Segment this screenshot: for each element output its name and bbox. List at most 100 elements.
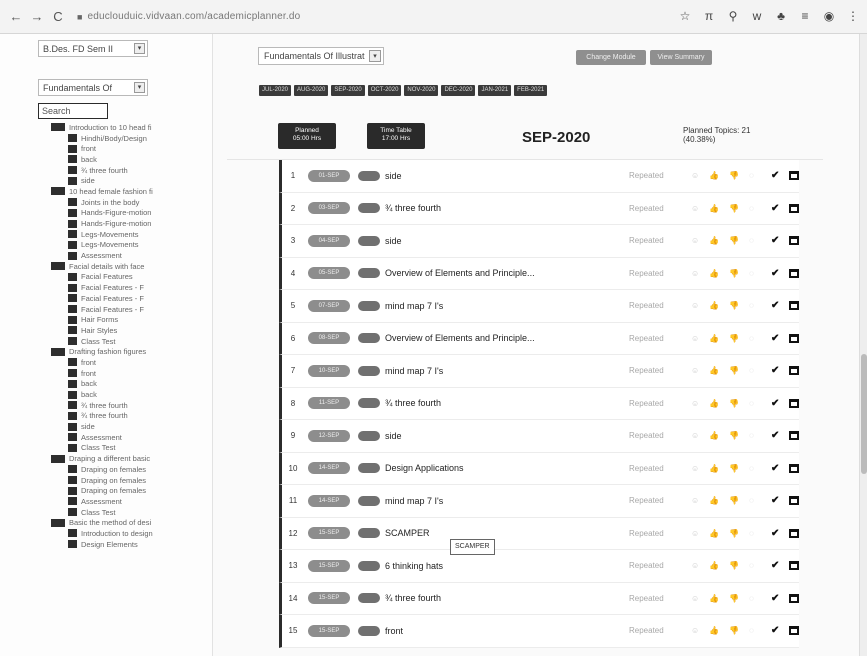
circle-icon[interactable]: ◌ bbox=[749, 594, 754, 603]
tree-topic[interactable]: Class Test bbox=[51, 336, 212, 347]
thumbs-down-icon[interactable]: 👎 bbox=[729, 301, 739, 310]
back-icon[interactable]: ← bbox=[8, 9, 24, 24]
trash-icon[interactable] bbox=[789, 561, 799, 571]
subject-select[interactable]: Fundamentals Of Illustrat ▾ bbox=[258, 47, 384, 65]
change-module-button[interactable]: Change Module bbox=[576, 50, 646, 65]
topic-label[interactable]: mind map 7 I's bbox=[385, 366, 629, 376]
thumbs-up-icon[interactable]: 👍 bbox=[709, 464, 719, 473]
tab-month[interactable]: AUG-2020 bbox=[294, 85, 329, 96]
circle-icon[interactable]: ◌ bbox=[749, 204, 754, 213]
check-icon[interactable]: ✔ bbox=[771, 528, 783, 539]
tree-topic[interactable]: Facial Features - F bbox=[51, 304, 212, 315]
tree-unit[interactable]: Draping a different basic bbox=[51, 453, 212, 464]
tree-topic[interactable]: Class Test bbox=[51, 507, 212, 518]
check-icon[interactable]: ✔ bbox=[771, 560, 783, 571]
trash-icon[interactable] bbox=[789, 236, 799, 246]
smiley-icon[interactable]: ☺ bbox=[691, 561, 699, 570]
smiley-icon[interactable]: ☺ bbox=[691, 171, 699, 180]
topic-label[interactable]: side bbox=[385, 431, 629, 441]
topic-label[interactable]: side bbox=[385, 236, 629, 246]
browser-action-icon[interactable]: ⋮ bbox=[847, 9, 859, 23]
trash-icon[interactable] bbox=[789, 366, 799, 376]
thumbs-down-icon[interactable]: 👎 bbox=[729, 366, 739, 375]
tab-month[interactable]: DEC-2020 bbox=[441, 85, 476, 96]
smiley-icon[interactable]: ☺ bbox=[691, 204, 699, 213]
thumbs-down-icon[interactable]: 👎 bbox=[729, 334, 739, 343]
tree-topic[interactable]: ¾ three fourth bbox=[51, 165, 212, 176]
browser-action-icon[interactable]: ◉ bbox=[823, 9, 835, 23]
thumbs-up-icon[interactable]: 👍 bbox=[709, 334, 719, 343]
trash-icon[interactable] bbox=[789, 496, 799, 506]
topic-label[interactable]: SCAMPER bbox=[385, 528, 629, 538]
trash-icon[interactable] bbox=[789, 268, 799, 278]
thumbs-up-icon[interactable]: 👍 bbox=[709, 301, 719, 310]
check-icon[interactable]: ✔ bbox=[771, 203, 783, 214]
topic-label[interactable]: mind map 7 I's bbox=[385, 496, 629, 506]
tab-month[interactable]: NOV-2020 bbox=[404, 85, 439, 96]
tree-topic[interactable]: Joints in the body bbox=[51, 197, 212, 208]
topic-label[interactable]: mind map 7 I's bbox=[385, 301, 629, 311]
scrollbar[interactable] bbox=[859, 34, 867, 656]
thumbs-down-icon[interactable]: 👎 bbox=[729, 171, 739, 180]
browser-action-icon[interactable]: ≡ bbox=[799, 9, 811, 23]
thumbs-up-icon[interactable]: 👍 bbox=[709, 269, 719, 278]
topic-label[interactable]: front bbox=[385, 626, 629, 636]
tree-topic[interactable]: Introduction to design bbox=[51, 528, 212, 539]
check-icon[interactable]: ✔ bbox=[771, 235, 783, 246]
circle-icon[interactable]: ◌ bbox=[749, 301, 754, 310]
tree-unit[interactable]: Facial details with face bbox=[51, 261, 212, 272]
check-icon[interactable]: ✔ bbox=[771, 430, 783, 441]
tree-unit[interactable]: 10 head female fashion fi bbox=[51, 186, 212, 197]
topic-label[interactable]: ¾ three fourth bbox=[385, 593, 629, 603]
trash-icon[interactable] bbox=[789, 528, 799, 538]
smiley-icon[interactable]: ☺ bbox=[691, 269, 699, 278]
browser-action-icon[interactable]: w bbox=[751, 9, 763, 23]
circle-icon[interactable]: ◌ bbox=[749, 399, 754, 408]
thumbs-up-icon[interactable]: 👍 bbox=[709, 204, 719, 213]
smiley-icon[interactable]: ☺ bbox=[691, 431, 699, 440]
tree-topic[interactable]: Assessment bbox=[51, 250, 212, 261]
tree-topic[interactable]: Class Test bbox=[51, 443, 212, 454]
topic-label[interactable]: Overview of Elements and Principle... bbox=[385, 268, 629, 278]
tree-topic[interactable]: Assessment bbox=[51, 432, 212, 443]
circle-icon[interactable]: ◌ bbox=[749, 464, 754, 473]
tab-month[interactable]: JUL-2020 bbox=[259, 85, 292, 96]
thumbs-up-icon[interactable]: 👍 bbox=[709, 236, 719, 245]
tab-month[interactable]: JAN-2021 bbox=[478, 85, 512, 96]
smiley-icon[interactable]: ☺ bbox=[691, 366, 699, 375]
check-icon[interactable]: ✔ bbox=[771, 170, 783, 181]
circle-icon[interactable]: ◌ bbox=[749, 236, 754, 245]
smiley-icon[interactable]: ☺ bbox=[691, 594, 699, 603]
thumbs-up-icon[interactable]: 👍 bbox=[709, 529, 719, 538]
program-select[interactable]: B.Des. FD Sem II ▾ bbox=[38, 40, 148, 57]
topic-label[interactable]: Design Applications bbox=[385, 463, 629, 473]
trash-icon[interactable] bbox=[789, 301, 799, 311]
trash-icon[interactable] bbox=[789, 593, 799, 603]
thumbs-up-icon[interactable]: 👍 bbox=[709, 399, 719, 408]
check-icon[interactable]: ✔ bbox=[771, 625, 783, 636]
tree-topic[interactable]: Legs-Movements bbox=[51, 240, 212, 251]
tree-topic[interactable]: Design Elements bbox=[51, 539, 212, 550]
circle-icon[interactable]: ◌ bbox=[749, 529, 754, 538]
check-icon[interactable]: ✔ bbox=[771, 495, 783, 506]
thumbs-down-icon[interactable]: 👎 bbox=[729, 561, 739, 570]
thumbs-down-icon[interactable]: 👎 bbox=[729, 236, 739, 245]
smiley-icon[interactable]: ☺ bbox=[691, 626, 699, 635]
tree-topic[interactable]: Legs-Movements bbox=[51, 229, 212, 240]
smiley-icon[interactable]: ☺ bbox=[691, 399, 699, 408]
browser-action-icon[interactable]: ⚲ bbox=[727, 9, 739, 23]
tree-topic[interactable]: side bbox=[51, 175, 212, 186]
trash-icon[interactable] bbox=[789, 431, 799, 441]
smiley-icon[interactable]: ☺ bbox=[691, 301, 699, 310]
tab-month[interactable]: SEP-2020 bbox=[331, 85, 365, 96]
check-icon[interactable]: ✔ bbox=[771, 398, 783, 409]
tree-topic[interactable]: side bbox=[51, 421, 212, 432]
trash-icon[interactable] bbox=[789, 626, 799, 636]
circle-icon[interactable]: ◌ bbox=[749, 626, 754, 635]
tree-topic[interactable]: ¾ three fourth bbox=[51, 400, 212, 411]
tree-topic[interactable]: front bbox=[51, 143, 212, 154]
circle-icon[interactable]: ◌ bbox=[749, 334, 754, 343]
topic-label[interactable]: ¾ three fourth bbox=[385, 398, 629, 408]
smiley-icon[interactable]: ☺ bbox=[691, 334, 699, 343]
check-icon[interactable]: ✔ bbox=[771, 268, 783, 279]
